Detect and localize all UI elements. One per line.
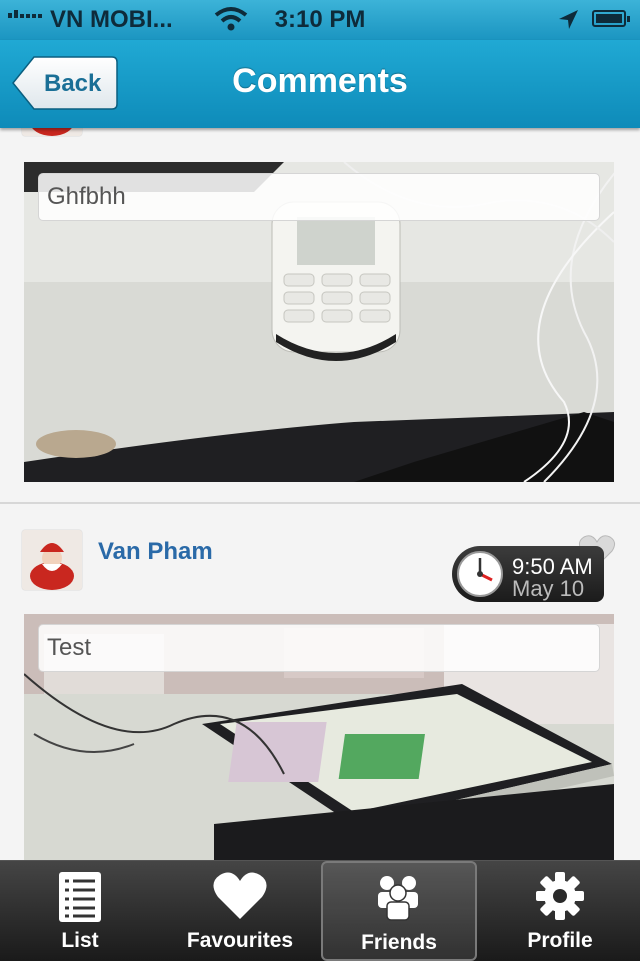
timestamp-badge: 9:50 AM May 10 xyxy=(452,546,604,602)
tab-list[interactable]: List xyxy=(0,861,160,961)
friends-icon xyxy=(323,873,475,921)
post: Ghfbhh xyxy=(0,128,640,504)
post: Van Pham 9:50 AM May 10 Test xyxy=(0,504,640,860)
tab-bar: List Favourites Friends Profile xyxy=(0,860,640,961)
heart-icon xyxy=(160,871,320,921)
clock-icon xyxy=(457,551,503,597)
status-bar: VN MOBI... 3:10 PM xyxy=(0,0,640,40)
page-title: Comments xyxy=(232,62,408,100)
tab-profile-label: Profile xyxy=(527,929,593,952)
tab-friends-label: Friends xyxy=(361,931,437,954)
avatar[interactable] xyxy=(22,128,82,136)
user-name[interactable]: Van Pham xyxy=(98,538,213,566)
battery-icon xyxy=(592,10,630,27)
post-caption: Test xyxy=(38,624,600,672)
tab-favourites[interactable]: Favourites xyxy=(160,861,320,961)
gear-icon xyxy=(480,871,640,921)
tab-friends[interactable]: Friends xyxy=(321,861,477,961)
tab-list-label: List xyxy=(61,929,99,952)
tab-profile[interactable]: Profile xyxy=(480,861,640,961)
navigation-bar: Back Comments xyxy=(0,40,640,128)
location-icon xyxy=(556,8,580,37)
post-caption: Ghfbhh xyxy=(38,173,600,221)
avatar[interactable] xyxy=(22,530,82,590)
comments-feed[interactable]: Ghfbhh Van Pham 9:50 AM May 10 Test xyxy=(0,128,640,860)
timestamp-date: May 10 xyxy=(512,576,585,601)
tab-favourites-label: Favourites xyxy=(186,929,294,952)
status-time: 3:10 PM xyxy=(274,6,366,33)
list-icon xyxy=(0,871,160,923)
